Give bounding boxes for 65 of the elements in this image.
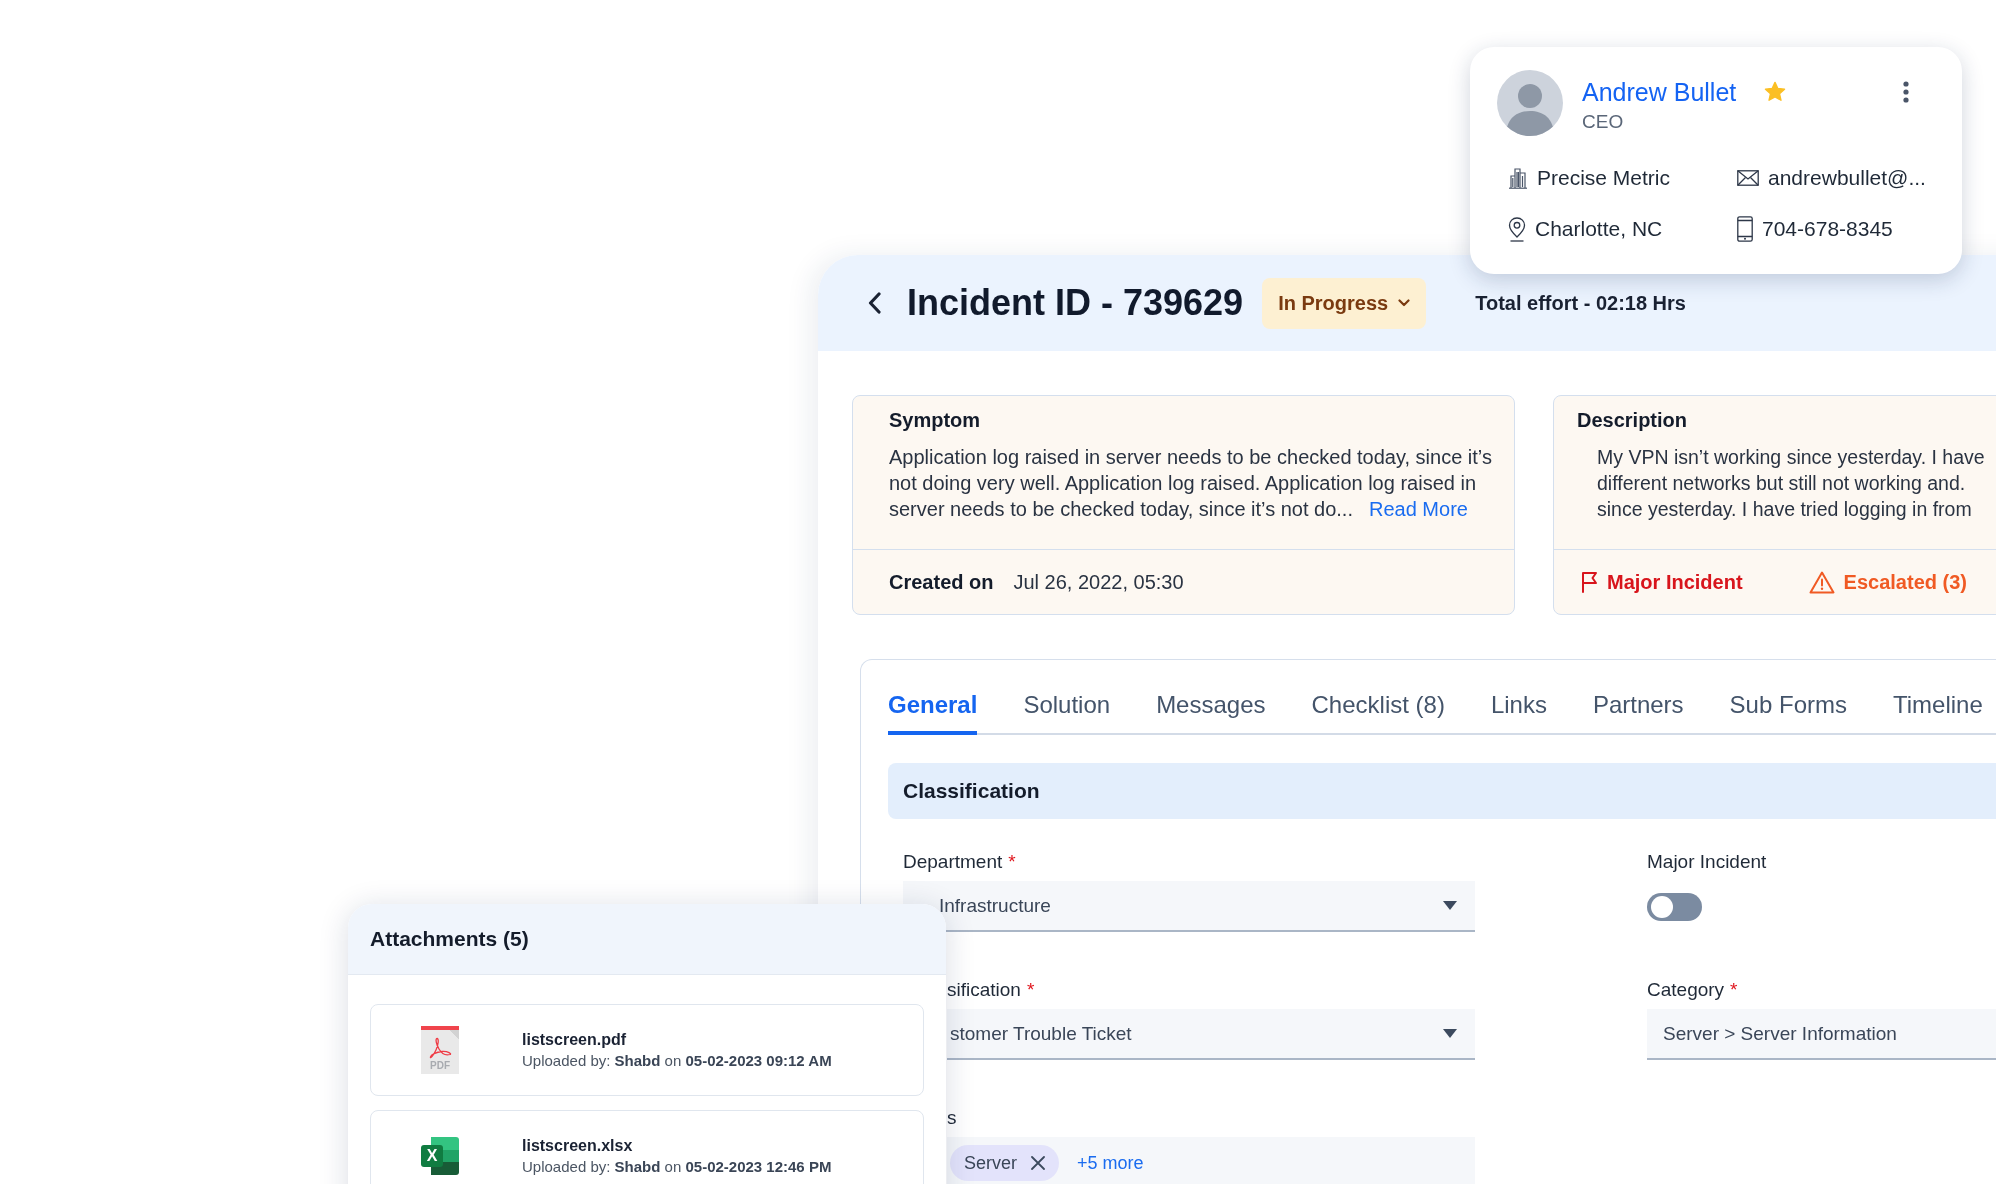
attachments-title: Attachments (5)	[370, 927, 529, 951]
symptom-text: Application log raised in server needs to be checked today, since it’s not doing very well. Application log raised. Application log raised in server needs to be checked today, since it’s not do... Read More	[889, 445, 1493, 522]
created-on-label: Created on	[889, 570, 994, 594]
more-tags-link[interactable]: +5 more	[1077, 1145, 1144, 1181]
toggle-switch[interactable]	[1647, 893, 1702, 921]
tab[interactable]: Solution	[1023, 660, 1111, 735]
file-meta: Uploaded by: Shabd on 05-02-2023 09:12 AM	[522, 1051, 832, 1071]
field-label: Category	[1647, 978, 1725, 1002]
contact-role: CEO	[1582, 111, 1624, 133]
file-name: listscreen.xlsx	[522, 1136, 633, 1156]
tag-chip[interactable]: Server	[950, 1145, 1059, 1181]
map-pin-icon	[1508, 216, 1526, 242]
file-meta: Uploaded by: Shabd on 05-02-2023 12:46 PM	[522, 1157, 832, 1177]
symptom-heading: Symptom	[889, 408, 981, 432]
swirl-icon	[428, 1037, 452, 1059]
phone-icon	[1737, 216, 1753, 242]
star-icon[interactable]	[1764, 81, 1787, 103]
building-icon	[1508, 167, 1528, 189]
envelope-icon	[1737, 170, 1759, 186]
file-type-label: X	[421, 1145, 443, 1167]
status-dropdown[interactable]: In Progress	[1262, 277, 1427, 329]
tab[interactable]: Timeline	[1893, 660, 1983, 735]
file-name: listscreen.pdf	[522, 1030, 627, 1050]
file-type-label: PDF	[430, 1060, 450, 1071]
contact-detail: Precise Metric	[1537, 166, 1671, 190]
tab[interactable]: Checklist (8)	[1311, 660, 1445, 735]
incident-title: Incident ID - 739629	[907, 282, 1244, 324]
flag-label: Major Incident	[1607, 570, 1743, 594]
warning-icon	[1808, 570, 1835, 594]
required-mark: *	[1008, 850, 1016, 874]
required-mark: *	[1730, 978, 1738, 1002]
contact-detail: andrewbullet@...	[1768, 166, 1926, 190]
created-on-date: Jul 26, 2022, 05:30	[1013, 570, 1184, 594]
total-effort-text: Total effort - 02:18 Hrs	[1475, 291, 1686, 315]
tab[interactable]: Partners	[1592, 660, 1684, 735]
field-label: sification	[947, 978, 1021, 1002]
description-heading: Description	[1577, 408, 1688, 432]
back-icon[interactable]	[868, 292, 881, 314]
caret-down-icon	[1443, 1029, 1457, 1038]
attachment-item[interactable]: PDF listscreen.pdf Uploaded by: Shabd on 05-02-2023 09:12 AM	[370, 1004, 924, 1096]
dropdown-field[interactable]: Infrastructure	[903, 881, 1475, 932]
flag-icon	[1581, 571, 1598, 593]
field-label: s	[947, 1106, 957, 1130]
chevron-down-icon	[1398, 299, 1411, 307]
field-label: Department	[903, 850, 1003, 874]
more-options-icon[interactable]	[1903, 81, 1909, 103]
contact-detail: 704-678-8345	[1762, 217, 1893, 241]
flag-label: Escalated (3)	[1843, 570, 1967, 594]
read-more-link[interactable]: Read More	[1369, 498, 1468, 520]
tags-field[interactable]: Server +5 more	[947, 1137, 1475, 1184]
caret-down-icon	[1443, 901, 1457, 910]
tab[interactable]: Sub Forms	[1729, 660, 1847, 735]
section-header: Classification	[888, 763, 1996, 819]
remove-icon[interactable]	[1031, 1156, 1045, 1170]
tab[interactable]: General	[888, 660, 978, 735]
attachment-item[interactable]: X listscreen.xlsx Uploaded by: Shabd on 05-02-2023 12:46 PM	[370, 1110, 924, 1184]
tab[interactable]: Links	[1490, 660, 1547, 735]
required-mark: *	[1026, 978, 1035, 1002]
tab[interactable]: Messages	[1156, 660, 1266, 735]
description-text: My VPN isn’t working since yesterday. I have different networks but still not working and. since yesterday. I have tried logging in from	[1596, 445, 1985, 522]
text-field[interactable]: Server > Server Information	[1647, 1009, 1996, 1060]
field-label: Major Incident	[1647, 850, 1767, 874]
contact-detail: Charlotte, NC	[1535, 217, 1663, 241]
contact-name[interactable]: Andrew Bullet	[1582, 77, 1737, 107]
dropdown-field[interactable]: stomer Trouble Ticket	[947, 1009, 1475, 1060]
